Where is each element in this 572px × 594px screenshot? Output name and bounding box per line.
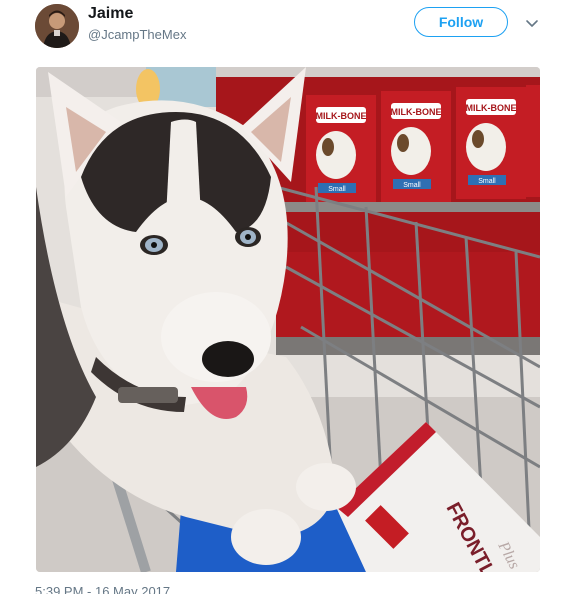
tweet-header: Jaime @JcampTheMex Follow [0,0,572,60]
box-size-label-2: Small [403,182,421,189]
box-brand-label-1: MILK-BONE [316,111,367,121]
tweet-card: Jaime @JcampTheMex Follow MILK-BONE MILK… [0,0,572,594]
chevron-down-icon[interactable] [524,15,540,31]
box-size-label-1: Small [328,186,346,193]
avatar[interactable] [35,4,79,48]
box-size-label-3: Small [478,178,496,185]
tweet-timestamp[interactable]: 5:39 PM - 16 May 2017 [35,584,170,594]
box-brand-label-3: MILK-BONE [466,103,517,113]
tweet-photo[interactable]: MILK-BONE MILK-BONE MILK-BONE Small Smal… [36,67,540,572]
follow-button[interactable]: Follow [414,7,508,37]
box-brand-label-2: MILK-BONE [391,107,442,117]
author-handle[interactable]: @JcampTheMex [88,27,186,42]
author-name[interactable]: Jaime [88,5,133,23]
